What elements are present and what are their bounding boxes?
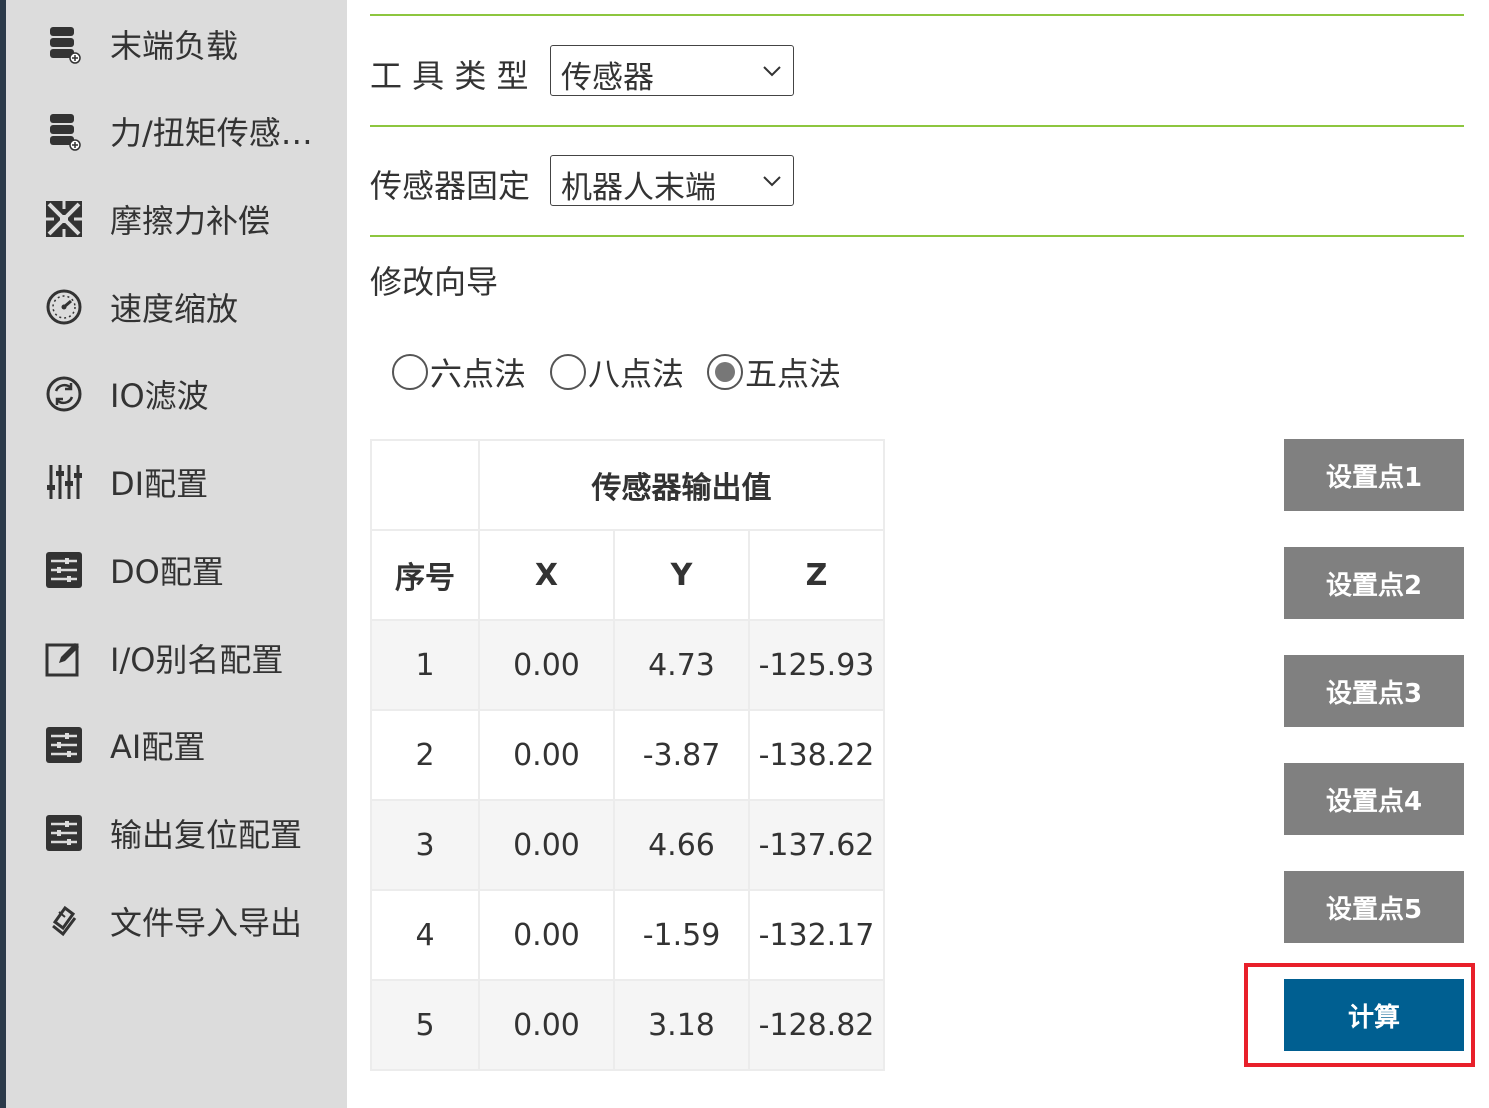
speedometer-icon — [44, 287, 84, 327]
cell-z: -137.62 — [748, 799, 885, 891]
sidebar-item-label: 文件导入导出 — [110, 904, 303, 942]
radio-label: 八点法 — [588, 355, 685, 393]
sidebar-item-io-alias-config[interactable]: I/O别名配置 — [6, 628, 347, 688]
sliders-icon — [44, 462, 84, 502]
divider — [370, 14, 1464, 16]
sidebar-item-label: IO滤波 — [110, 377, 209, 415]
sensor-output-table: 传感器输出值 序号 X Y Z 1 0.00 4.73 -125.93 2 0.… — [370, 439, 885, 1071]
sidebar-item-label: DI配置 — [110, 465, 209, 503]
table-row: 2 0.00 -3.87 -138.22 — [370, 709, 885, 801]
radio-circle[interactable] — [392, 354, 428, 390]
sidebar-item-ai-config[interactable]: AI配置 — [6, 715, 347, 775]
cell-z: -132.17 — [748, 889, 885, 981]
chevron-down-icon — [763, 176, 781, 187]
cell-y: -3.87 — [613, 709, 750, 801]
chevron-down-icon — [763, 66, 781, 77]
settings-list-icon — [44, 725, 84, 765]
sensor-mount-value: 机器人末端 — [561, 170, 716, 206]
set-point-4-button[interactable]: 设置点4 — [1284, 763, 1464, 835]
set-point-2-button[interactable]: 设置点2 — [1284, 547, 1464, 619]
sensor-mount-select[interactable]: 机器人末端 — [550, 155, 794, 206]
table-header-blank — [370, 439, 480, 531]
radio-circle[interactable] — [707, 354, 743, 390]
cell-y: 3.18 — [613, 979, 750, 1071]
cell-index: 2 — [370, 709, 480, 801]
sidebar-item-label: I/O别名配置 — [110, 641, 284, 679]
tool-type-select[interactable]: 传感器 — [550, 45, 794, 96]
grid-pattern-icon — [44, 199, 84, 239]
cell-index: 4 — [370, 889, 480, 981]
sidebar-item-file-import-export[interactable]: 文件导入导出 — [6, 891, 347, 951]
column-header-index: 序号 — [370, 529, 480, 621]
sidebar-item-end-load[interactable]: 末端负载 — [6, 14, 347, 74]
sidebar-item-force-torque-sensor[interactable]: 力/扭矩传感… — [6, 101, 347, 161]
sidebar-item-label: 力/扭矩传感… — [110, 114, 313, 152]
cell-x: 0.00 — [478, 619, 615, 711]
radio-eight-point[interactable]: 八点法 — [550, 352, 685, 393]
cell-x: 0.00 — [478, 889, 615, 981]
wizard-label: 修改向导 — [370, 263, 499, 301]
cell-x: 0.00 — [478, 799, 615, 891]
sidebar-item-label: 输出复位配置 — [110, 816, 303, 854]
cell-x: 0.00 — [478, 979, 615, 1071]
cell-index: 3 — [370, 799, 480, 891]
sidebar: 末端负载 力/扭矩传感… 摩擦力补偿 速度缩放 IO滤波 DI配置 DO配置 I… — [6, 0, 347, 1108]
sidebar-item-label: 末端负载 — [110, 27, 239, 65]
sidebar-item-di-config[interactable]: DI配置 — [6, 452, 347, 512]
divider — [370, 235, 1464, 237]
edit-icon — [44, 638, 84, 678]
settings-list-icon — [44, 550, 84, 590]
column-header-z: Z — [748, 529, 885, 621]
radio-six-point[interactable]: 六点法 — [392, 352, 527, 393]
sidebar-item-label: 摩擦力补偿 — [110, 202, 271, 240]
radio-five-point[interactable]: 五点法 — [707, 352, 842, 393]
sidebar-item-label: 速度缩放 — [110, 290, 239, 328]
sidebar-item-do-config[interactable]: DO配置 — [6, 540, 347, 600]
main-panel: 工 具 类 型 传感器 传感器固定 机器人末端 修改向导 六点法 八点法 五点法… — [347, 0, 1489, 1108]
cell-y: 4.66 — [613, 799, 750, 891]
set-point-1-button[interactable]: 设置点1 — [1284, 439, 1464, 511]
table-row: 4 0.00 -1.59 -132.17 — [370, 889, 885, 981]
tool-type-value: 传感器 — [561, 60, 654, 96]
column-header-y: Y — [613, 529, 750, 621]
database-plus-icon — [44, 24, 84, 64]
cell-y: -1.59 — [613, 889, 750, 981]
table-row: 5 0.00 3.18 -128.82 — [370, 979, 885, 1071]
radio-circle[interactable] — [550, 354, 586, 390]
cell-index: 1 — [370, 619, 480, 711]
sidebar-item-io-filter[interactable]: IO滤波 — [6, 364, 347, 424]
database-plus-icon — [44, 111, 84, 151]
cell-z: -125.93 — [748, 619, 885, 711]
table-row: 3 0.00 4.66 -137.62 — [370, 799, 885, 891]
column-header-x: X — [478, 529, 615, 621]
sidebar-item-friction-compensation[interactable]: 摩擦力补偿 — [6, 189, 347, 249]
set-point-5-button[interactable]: 设置点5 — [1284, 871, 1464, 943]
refresh-circle-icon — [44, 374, 84, 414]
settings-list-icon — [44, 813, 84, 853]
sidebar-item-speed-scaling[interactable]: 速度缩放 — [6, 277, 347, 337]
cell-z: -138.22 — [748, 709, 885, 801]
sensor-mount-label: 传感器固定 — [370, 167, 531, 205]
cell-index: 5 — [370, 979, 480, 1071]
divider — [370, 125, 1464, 127]
radio-label: 五点法 — [745, 355, 842, 393]
set-point-3-button[interactable]: 设置点3 — [1284, 655, 1464, 727]
cell-z: -128.82 — [748, 979, 885, 1071]
table-row: 1 0.00 4.73 -125.93 — [370, 619, 885, 711]
table-group-header: 传感器输出值 — [478, 439, 885, 531]
cell-y: 4.73 — [613, 619, 750, 711]
sidebar-item-label: AI配置 — [110, 728, 206, 766]
import-export-icon — [44, 901, 84, 941]
sidebar-item-output-reset-config[interactable]: 输出复位配置 — [6, 803, 347, 863]
calculate-button[interactable]: 计算 — [1284, 979, 1464, 1051]
cell-x: 0.00 — [478, 709, 615, 801]
tool-type-label: 工 具 类 型 — [370, 57, 529, 95]
sidebar-item-label: DO配置 — [110, 553, 224, 591]
radio-label: 六点法 — [430, 355, 527, 393]
